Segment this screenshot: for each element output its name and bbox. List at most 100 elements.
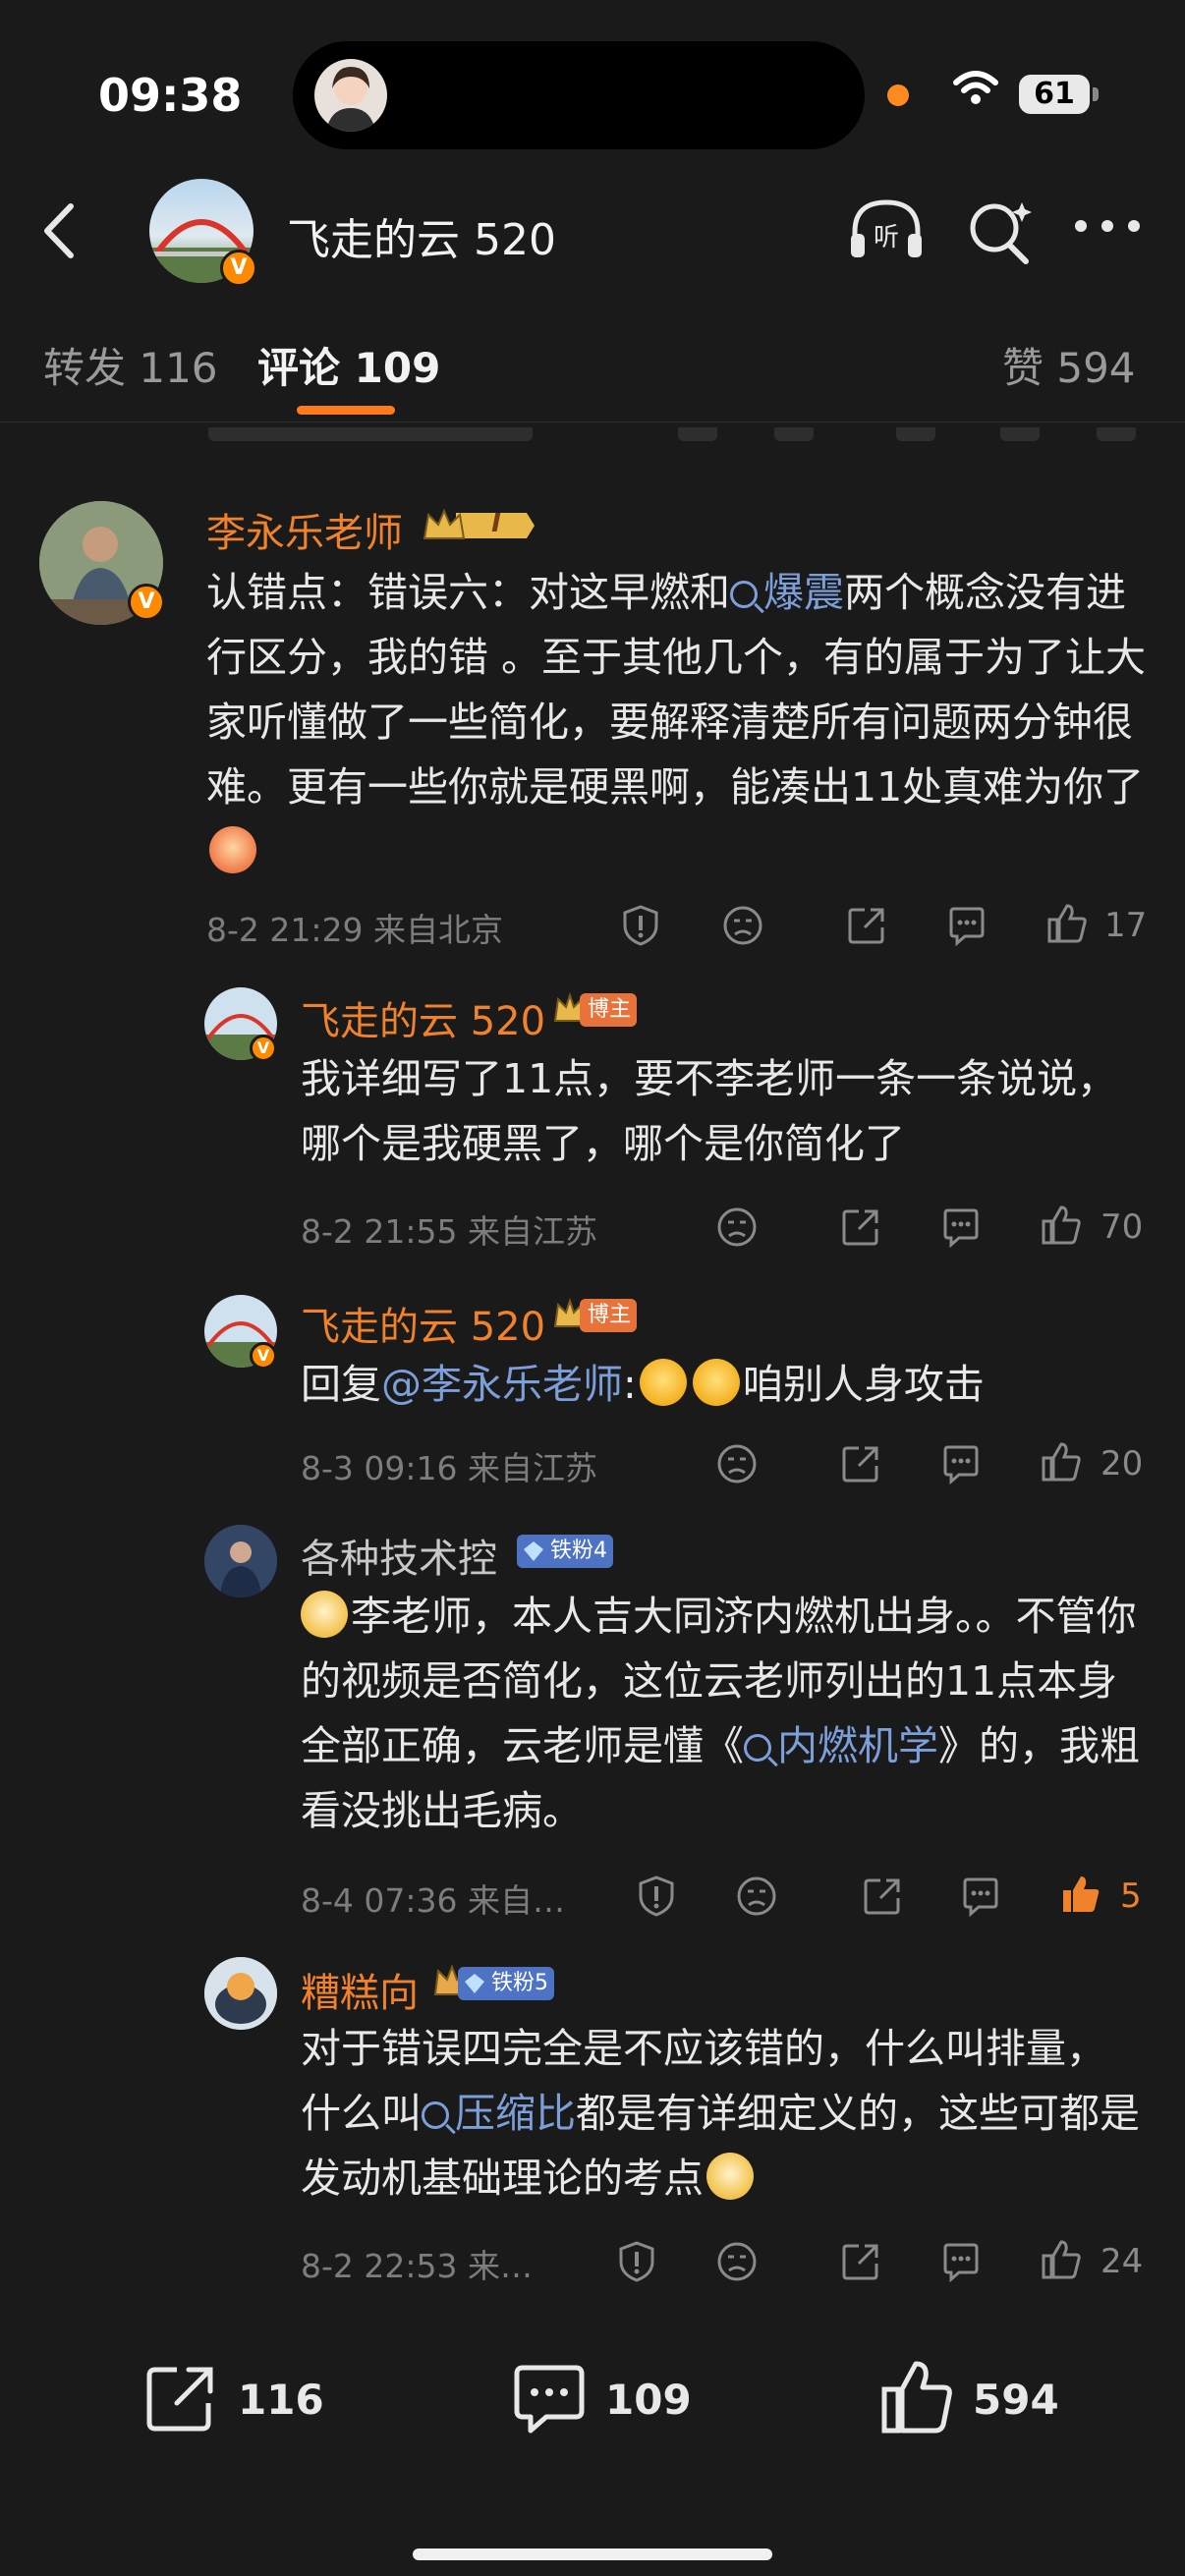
battery-indicator: 61 [1019, 75, 1090, 114]
comment-location: 来自江苏 [468, 1449, 597, 1487]
comment-item: V 李永乐老师 I 认错点：错误六：对这早燃和 爆震两个概念没有进行区分，我的错 … [0, 481, 1185, 953]
bottom-toolbar: 116 109 594 [0, 2319, 1185, 2476]
share-icon[interactable] [845, 904, 888, 947]
dislike-icon[interactable] [715, 1205, 759, 1249]
comment-author[interactable]: 糟糕向 [301, 1961, 419, 2018]
topic-link-text[interactable]: 爆震 [763, 569, 844, 616]
tab-reposts[interactable]: 转发 116 [43, 335, 218, 395]
status-time: 09:38 [98, 69, 243, 122]
crying-laughing-emoji-icon [692, 1359, 740, 1406]
tab-likes[interactable]: 赞 594 [1002, 335, 1136, 395]
repost-count[interactable]: 116 [238, 2376, 324, 2424]
like-icon[interactable] [1040, 2238, 1083, 2281]
verified-badge-icon: V [250, 1342, 277, 1370]
topic-link-text[interactable]: 内燃机学 [777, 1722, 938, 1769]
battery-cap [1093, 87, 1099, 101]
listen-icon[interactable]: 听 [847, 196, 926, 261]
like-count: 20 [1100, 1444, 1144, 1484]
commenter-avatar[interactable] [204, 1525, 277, 1597]
comment-author[interactable]: 各种技术控 [301, 1527, 497, 1584]
dislike-icon[interactable] [715, 2240, 759, 2283]
report-icon[interactable] [619, 904, 662, 947]
comment-time: 8-2 21:55 [301, 1212, 458, 1251]
like-icon[interactable] [1045, 902, 1089, 945]
comment-button[interactable] [511, 2362, 588, 2436]
member-crown-icon [421, 505, 536, 546]
dislike-icon[interactable] [715, 1442, 759, 1485]
share-icon[interactable] [861, 1875, 904, 1918]
comment-author[interactable]: 李永乐老师 [206, 501, 403, 558]
comment-icon[interactable] [945, 904, 988, 947]
comment-text: 回复@李永乐老师: 咱别人身攻击 [301, 1352, 1146, 1417]
doge-emoji-icon [301, 1591, 348, 1638]
like-icon-active[interactable] [1059, 1873, 1102, 1916]
tab-bar: 转发 116 评论 109 赞 594 [0, 300, 1185, 422]
like-button[interactable] [878, 2358, 955, 2436]
comment-time: 8-3 09:16 [301, 1449, 458, 1487]
comment-meta: 8-2 21:55 来自江苏 [301, 1205, 597, 1253]
comment-author[interactable]: 飞走的云 520 [301, 989, 545, 1046]
reply-item: 糟糕向 铁粉5 对于错误四完全是不应该错的，什么叫排量，什么叫 压缩比都是有详细定… [0, 1953, 1185, 2285]
tab-comments[interactable]: 评论 109 [257, 335, 440, 395]
comment-count[interactable]: 109 [605, 2376, 692, 2424]
verified-badge-icon: V [128, 584, 165, 621]
repost-button[interactable] [143, 2362, 220, 2436]
comment-icon [514, 2365, 585, 2434]
reply-colon: : [623, 1361, 637, 1408]
reply-prefix: 回复 [301, 1361, 381, 1408]
home-indicator[interactable] [413, 2548, 772, 2560]
nav-bar: V 飞走的云 520 听 [0, 167, 1185, 295]
comment-icon[interactable] [939, 1205, 983, 1249]
host-badge: 博主 [580, 1299, 638, 1332]
like-icon[interactable] [1040, 1204, 1083, 1247]
comment-icon[interactable] [959, 1875, 1002, 1918]
share-icon[interactable] [839, 1205, 882, 1249]
crying-laughing-emoji-icon [639, 1359, 687, 1406]
comment-location: 来… [468, 2247, 533, 2285]
dynamic-island [293, 41, 865, 149]
comment-text: 认错点：错误六：对这早燃和 爆震两个概念没有进行区分，我的错 。至于其他几个，有的… [206, 560, 1150, 884]
topic-link[interactable]: 内燃机学 [744, 1722, 938, 1769]
dislike-icon[interactable] [721, 904, 764, 947]
comment-text: 我详细写了11点，要不李老师一条一条说说，哪个是我硬黑了，哪个是你简化了 [301, 1055, 1118, 1167]
comment-time: 8-2 21:29 [206, 911, 364, 949]
reply-item: 各种技术控 铁粉4 李老师，本人吉大同济内燃机出身。。不管你的视频是否简化，这位… [0, 1521, 1185, 1924]
like-count: 24 [1100, 2242, 1144, 2281]
back-arrow-icon[interactable] [29, 196, 98, 265]
comment-icon[interactable] [939, 1442, 983, 1485]
doge-emoji-icon [706, 2153, 754, 2200]
like-icon[interactable] [1040, 1440, 1083, 1484]
reply-item: V 飞走的云 520 博主 我详细写了11点，要不李老师一条一条说说，哪个是我硬… [0, 978, 1185, 1262]
like-count-total[interactable]: 594 [973, 2376, 1059, 2424]
verified-badge-icon: V [220, 250, 257, 287]
dislike-icon[interactable] [735, 1875, 778, 1918]
comment-text-part: 咱别人身攻击 [742, 1361, 985, 1408]
page-title: 飞走的云 520 [287, 215, 556, 265]
report-icon[interactable] [635, 1875, 678, 1918]
share-icon[interactable] [839, 1442, 882, 1485]
share-icon[interactable] [839, 2240, 882, 2283]
comment-author[interactable]: 飞走的云 520 [301, 1295, 545, 1352]
comment-meta: 8-4 07:36 来自… [301, 1875, 565, 1922]
commenter-avatar[interactable] [204, 1957, 277, 2030]
search-icon[interactable] [965, 196, 1036, 267]
status-bar: 09:38 61 [0, 0, 1185, 187]
fan-badge-label: 铁粉4 [550, 1539, 607, 1563]
svg-text:听: 听 [874, 223, 899, 252]
report-icon[interactable] [615, 2240, 658, 2283]
like-count: 5 [1120, 1876, 1142, 1916]
comment-time: 8-4 07:36 [301, 1881, 458, 1920]
verified-badge-icon: V [250, 1035, 277, 1062]
more-icon[interactable] [1073, 216, 1142, 236]
wifi-icon [953, 71, 998, 106]
topic-link-text[interactable]: 压缩比 [455, 2090, 576, 2137]
host-badge: 博主 [580, 993, 638, 1027]
topic-link[interactable]: 爆震 [730, 569, 844, 616]
comment-icon[interactable] [939, 2240, 983, 2283]
search-link-icon [730, 581, 758, 608]
comment-meta: 8-3 09:16 来自江苏 [301, 1442, 597, 1489]
mention-link[interactable]: @李永乐老师 [381, 1361, 623, 1408]
island-avatar [314, 59, 387, 132]
topic-link[interactable]: 压缩比 [422, 2090, 576, 2137]
search-link-icon [744, 1734, 771, 1762]
